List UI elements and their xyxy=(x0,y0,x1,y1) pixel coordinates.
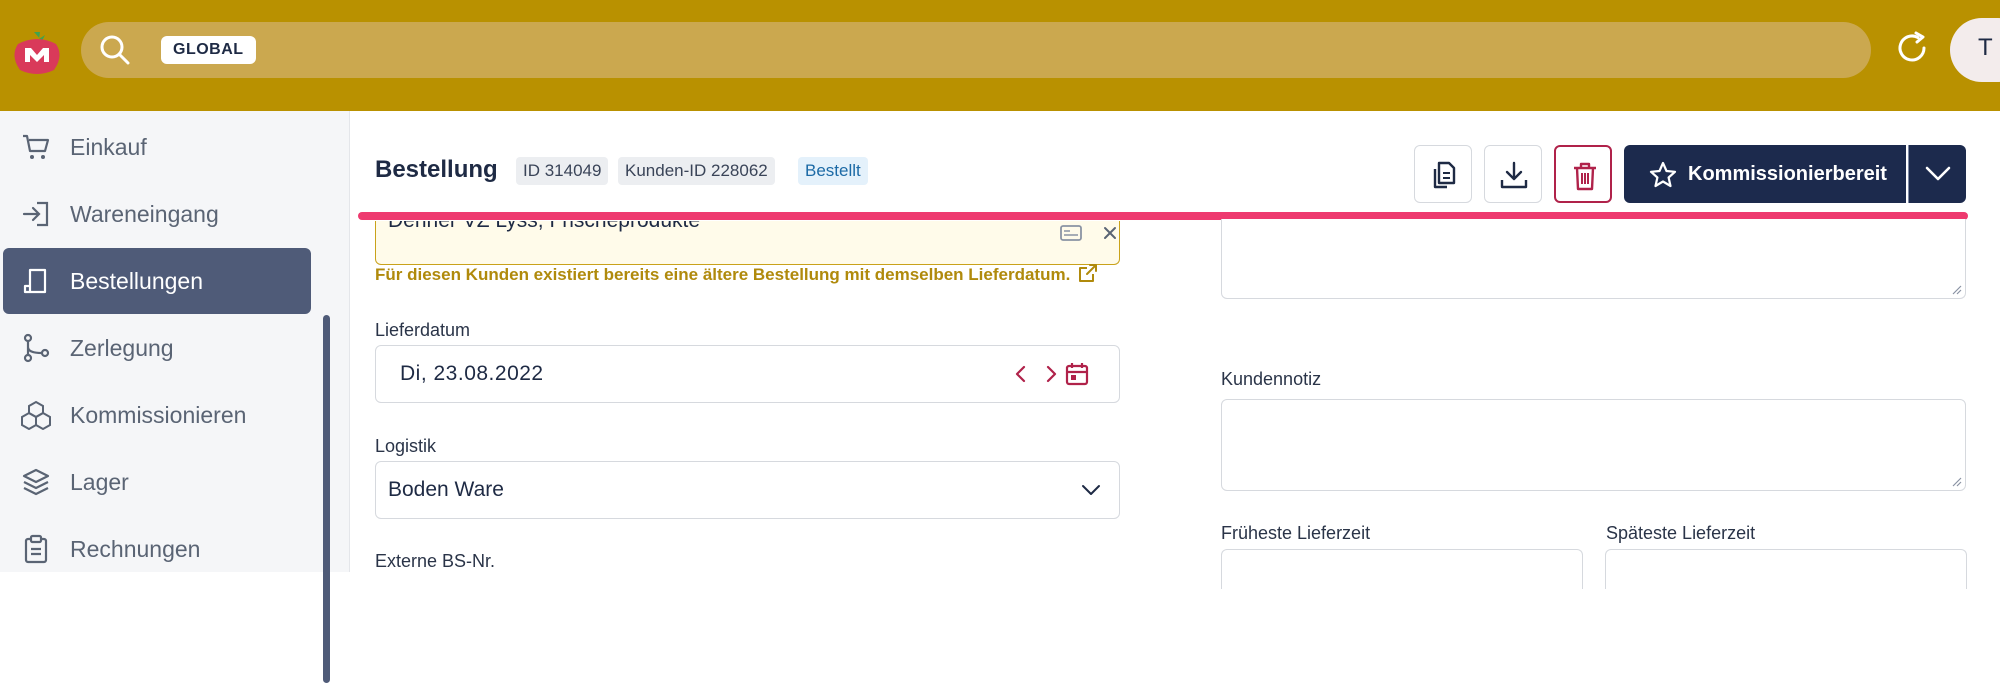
customer-value: Denner VZ Lyss, Frischeprodukte xyxy=(388,221,700,233)
refresh-icon[interactable] xyxy=(1894,30,1930,66)
latest-delivery-time-field[interactable] xyxy=(1605,549,1967,589)
delivery-date-value: Di, 23.08.2022 xyxy=(400,362,544,385)
trash-icon xyxy=(1574,162,1596,191)
logistics-label: Logistik xyxy=(375,436,437,456)
address-card-icon[interactable] xyxy=(1060,225,1082,241)
order-icon xyxy=(23,268,47,294)
sidebar-item-wareneingang[interactable]: Wareneingang xyxy=(3,181,311,247)
logistics-value: Boden Ware xyxy=(388,478,504,501)
earliest-delivery-time-label: Früheste Lieferzeit xyxy=(1221,523,1371,543)
cart-icon xyxy=(23,134,50,159)
customer-field[interactable]: Denner VZ Lyss, Frischeprodukte xyxy=(375,221,1120,265)
page-title: Bestellung xyxy=(375,156,498,183)
app-logo-icon[interactable] xyxy=(12,30,62,76)
sidebar-item-zerlegung[interactable]: Zerlegung xyxy=(3,315,311,381)
sidebar-item-kommissionieren[interactable]: Kommissionieren xyxy=(3,382,311,448)
clear-icon[interactable] xyxy=(1102,225,1118,241)
user-avatar[interactable]: T xyxy=(1950,18,2000,82)
sidebar-item-rechnungen[interactable]: Rechnungen xyxy=(3,516,311,582)
chevron-down-icon xyxy=(1925,166,1951,181)
layers-icon xyxy=(22,468,50,496)
resize-grip-icon[interactable] xyxy=(1952,477,1962,487)
sidebar-item-label: Lager xyxy=(70,469,129,495)
avatar-initial: T xyxy=(1978,34,1993,61)
chevron-left-icon[interactable] xyxy=(1012,364,1030,384)
download-button[interactable] xyxy=(1484,145,1542,203)
latest-delivery-time-label: Späteste Lieferzeit xyxy=(1606,523,1756,543)
sidebar-item-bestellungen[interactable]: Bestellungen xyxy=(3,248,311,314)
sidebar-item-label: Kommissionieren xyxy=(70,402,247,428)
clipboard-icon xyxy=(24,534,48,564)
order-note-textarea[interactable] xyxy=(1221,219,1966,299)
sidebar-item-label: Rechnungen xyxy=(70,536,201,562)
resize-grip-icon[interactable] xyxy=(1952,285,1962,295)
customer-note-textarea[interactable] xyxy=(1221,399,1966,491)
customer-id-chip: Kunden-ID 228062 xyxy=(618,157,775,185)
external-link-icon[interactable] xyxy=(1078,263,1098,283)
global-search-bar[interactable]: GLOBAL xyxy=(81,22,1871,78)
copy-icon xyxy=(1433,161,1456,189)
earliest-delivery-time-field[interactable] xyxy=(1221,549,1583,589)
sidebar-item-label: Einkauf xyxy=(70,134,147,160)
copy-button[interactable] xyxy=(1414,145,1472,203)
order-id-chip: ID 314049 xyxy=(516,157,609,185)
search-scope-chip[interactable]: GLOBAL xyxy=(161,36,256,64)
chevron-right-icon[interactable] xyxy=(1042,364,1060,384)
boxes-icon xyxy=(21,400,51,430)
sidebar-scrollbar[interactable] xyxy=(323,315,330,683)
sign-in-icon xyxy=(22,201,49,227)
sidebar-item-label: Bestellungen xyxy=(70,268,203,294)
sidebar-item-label: Wareneingang xyxy=(70,201,219,227)
top-bar: GLOBAL T xyxy=(0,0,2000,111)
sidebar: Einkauf Wareneingang Bestellungen Zerleg… xyxy=(0,111,350,683)
star-icon xyxy=(1649,161,1677,188)
duplicate-order-warning: Für diesen Kunden existiert bereits eine… xyxy=(375,265,1071,284)
calendar-icon[interactable] xyxy=(1065,362,1089,386)
status-badge: Bestellt xyxy=(798,157,868,185)
sidebar-item-einkauf[interactable]: Einkauf xyxy=(3,114,311,180)
primary-action-dropdown-button[interactable] xyxy=(1908,145,1966,203)
download-icon xyxy=(1500,161,1528,189)
customer-note-label: Kundennotiz xyxy=(1221,369,1322,389)
order-detail: Bestellung ID 314049 Kunden-ID 228062 Be… xyxy=(351,111,2000,589)
logistics-select[interactable]: Boden Ware xyxy=(375,461,1120,519)
delete-button[interactable] xyxy=(1554,145,1612,203)
sidebar-item-label: Zerlegung xyxy=(70,335,174,361)
mark-ready-for-picking-button[interactable]: Kommissionierbereit xyxy=(1624,145,1906,203)
search-icon[interactable] xyxy=(99,34,131,66)
primary-action-label: Kommissionierbereit xyxy=(1688,163,1887,185)
sidebar-item-lager[interactable]: Lager xyxy=(3,449,311,515)
external-order-number-label: Externe BS-Nr. xyxy=(375,551,496,571)
delivery-date-field[interactable]: Di, 23.08.2022 xyxy=(375,345,1120,403)
chevron-down-icon xyxy=(1082,485,1100,495)
delivery-date-label: Lieferdatum xyxy=(375,320,471,340)
branch-icon xyxy=(23,333,50,363)
